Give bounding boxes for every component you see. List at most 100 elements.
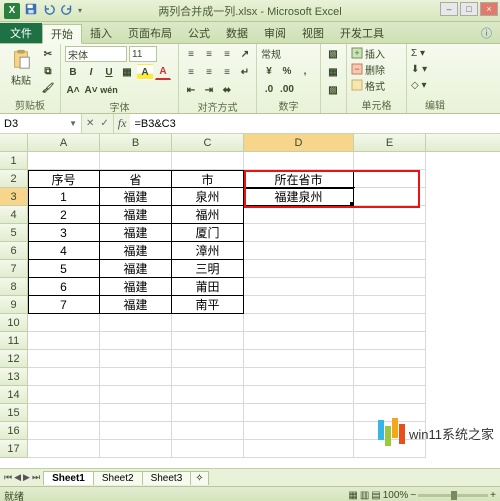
tab-home[interactable]: 开始 [42,24,82,44]
cell-D15[interactable] [244,404,354,422]
qat-dropdown-icon[interactable]: ▾ [78,6,82,15]
cell-D3[interactable]: 福建泉州 [244,188,354,206]
col-header-E[interactable]: E [354,134,426,151]
cell-D16[interactable] [244,422,354,440]
sheet-nav-last-icon[interactable]: ⏭ [32,472,40,483]
cell-A15[interactable] [28,404,100,422]
cell-B9[interactable]: 福建 [100,296,172,314]
sheet-tab-2[interactable]: Sheet2 [93,471,143,485]
cell-E5[interactable] [354,224,426,242]
phonetic-icon[interactable]: wén [101,82,117,98]
cut-icon[interactable]: ✂ [40,46,56,62]
cell-B16[interactable] [100,422,172,440]
conditional-format-icon[interactable]: ▧ [325,46,341,62]
row-header[interactable]: 13 [0,368,28,386]
cell-D9[interactable] [244,296,354,314]
cell-B2[interactable]: 省 [100,170,172,188]
cell-D4[interactable] [244,206,354,224]
cell-E11[interactable] [354,332,426,350]
view-page-break-icon[interactable]: ▤ [371,490,380,501]
cell-E2[interactable] [354,170,426,188]
border-icon[interactable]: ▦ [119,64,135,80]
merge-center-icon[interactable]: ⬌ [219,82,235,98]
tab-file[interactable]: 文件 [0,23,42,43]
cell-C4[interactable]: 福州 [172,206,244,224]
sheet-nav-first-icon[interactable]: ⏮ [4,472,12,483]
row-header[interactable]: 9 [0,296,28,314]
cell-A3[interactable]: 1 [28,188,100,206]
cell-E10[interactable] [354,314,426,332]
insert-cells-button[interactable]: +插入 [351,46,385,60]
fill-color-icon[interactable]: A [137,64,153,80]
cell-B10[interactable] [100,314,172,332]
wrap-text-icon[interactable]: ↵ [237,64,253,80]
decrease-decimal-icon[interactable]: .00 [279,81,295,97]
cell-A11[interactable] [28,332,100,350]
cell-D1[interactable] [244,152,354,170]
view-page-layout-icon[interactable]: ▥ [360,490,369,501]
cell-A1[interactable] [28,152,100,170]
close-button[interactable]: × [480,2,498,16]
format-cells-button[interactable]: 格式 [351,78,385,92]
name-box[interactable]: D3 ▼ [0,114,82,133]
cell-D2[interactable]: 所在省市 [244,170,354,188]
cell-B17[interactable] [100,440,172,458]
increase-decimal-icon[interactable]: .0 [261,81,277,97]
undo-icon[interactable] [42,2,56,19]
row-header[interactable]: 3 [0,188,28,206]
align-middle-icon[interactable]: ≡ [201,46,217,62]
zoom-in-button[interactable]: + [490,490,496,501]
cell-E4[interactable] [354,206,426,224]
align-center-icon[interactable]: ≡ [201,64,217,80]
cell-E1[interactable] [354,152,426,170]
ribbon-help-icon[interactable]: ⓘ [473,23,500,43]
cell-D17[interactable] [244,440,354,458]
select-all-corner[interactable] [0,134,28,151]
zoom-slider[interactable] [418,494,488,497]
cell-A9[interactable]: 7 [28,296,100,314]
cell-C5[interactable]: 厦门 [172,224,244,242]
cell-A5[interactable]: 3 [28,224,100,242]
italic-button[interactable]: I [83,64,99,80]
indent-dec-icon[interactable]: ⇤ [183,82,199,98]
row-header[interactable]: 16 [0,422,28,440]
paste-button[interactable]: 粘贴 [4,46,38,89]
accept-formula-icon[interactable]: ✓ [100,118,108,129]
col-header-A[interactable]: A [28,134,100,151]
tab-developer[interactable]: 开发工具 [332,23,392,43]
zoom-out-button[interactable]: − [410,490,416,501]
format-table-icon[interactable]: ▦ [325,64,341,80]
cell-B6[interactable]: 福建 [100,242,172,260]
font-size-select[interactable]: 11 [129,46,157,62]
cell-A17[interactable] [28,440,100,458]
cell-B7[interactable]: 福建 [100,260,172,278]
row-header[interactable]: 8 [0,278,28,296]
cell-B11[interactable] [100,332,172,350]
align-left-icon[interactable]: ≡ [183,64,199,80]
view-normal-icon[interactable]: ▦ [348,490,357,501]
cell-D10[interactable] [244,314,354,332]
cell-D5[interactable] [244,224,354,242]
cell-D8[interactable] [244,278,354,296]
cell-B8[interactable]: 福建 [100,278,172,296]
tab-view[interactable]: 视图 [294,23,332,43]
sheet-tab-1[interactable]: Sheet1 [43,471,94,485]
underline-button[interactable]: U [101,64,117,80]
tab-data[interactable]: 数据 [218,23,256,43]
cell-C2[interactable]: 市 [172,170,244,188]
row-header[interactable]: 6 [0,242,28,260]
row-header[interactable]: 4 [0,206,28,224]
cell-A4[interactable]: 2 [28,206,100,224]
maximize-button[interactable]: □ [460,2,478,16]
tab-formulas[interactable]: 公式 [180,23,218,43]
cell-D14[interactable] [244,386,354,404]
tab-review[interactable]: 审阅 [256,23,294,43]
col-header-B[interactable]: B [100,134,172,151]
save-icon[interactable] [24,2,38,19]
cell-C9[interactable]: 南平 [172,296,244,314]
row-header[interactable]: 7 [0,260,28,278]
cell-A12[interactable] [28,350,100,368]
cell-E9[interactable] [354,296,426,314]
cell-C17[interactable] [172,440,244,458]
cell-styles-icon[interactable]: ▨ [325,82,341,98]
